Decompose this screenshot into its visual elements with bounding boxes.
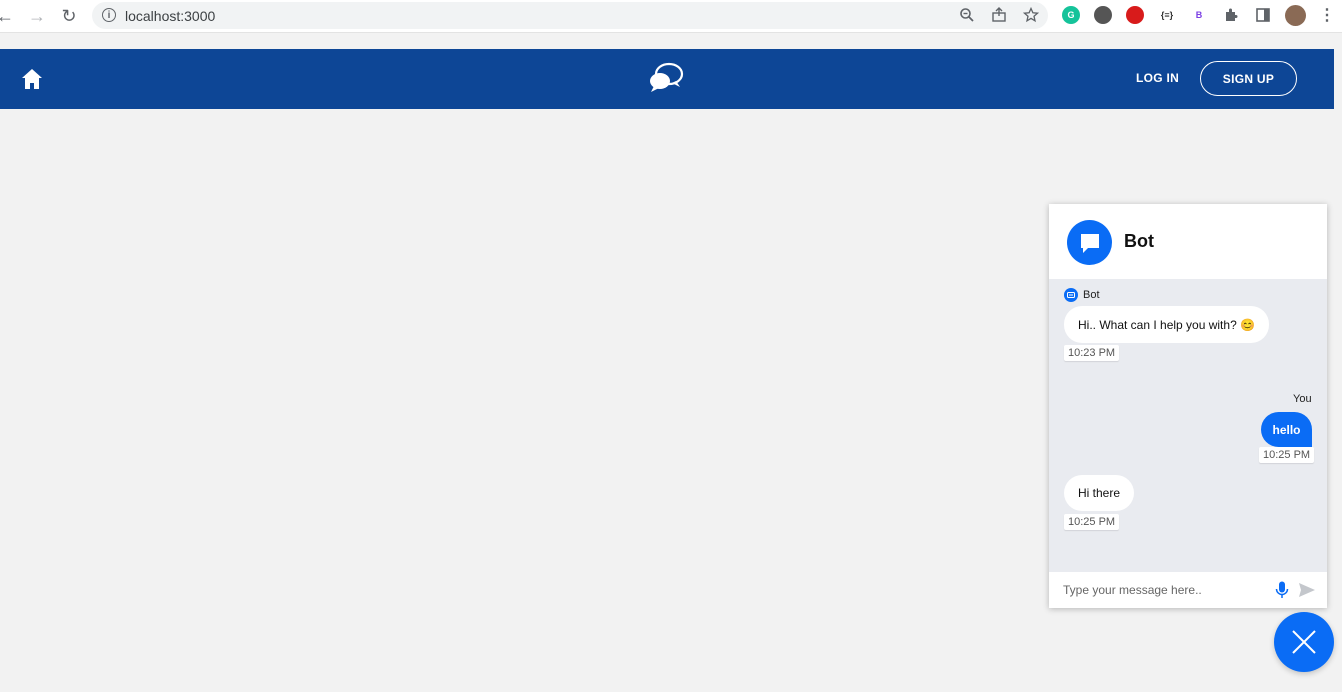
menu-kebab-icon[interactable]: ⋮ [1318, 6, 1336, 24]
chat-widget: Bot Bot Hi.. What can I help you with? 😊… [1049, 204, 1327, 608]
login-link[interactable]: LOG IN [1136, 71, 1179, 85]
site-info-icon[interactable]: i [102, 8, 116, 22]
side-panel-icon[interactable] [1254, 6, 1272, 24]
url-text: localhost:3000 [125, 8, 216, 24]
message-bubble-bot: Hi there [1064, 475, 1135, 511]
browser-toolbar: ← → ↻ i localhost:3000 G {≡} B ⋮ [0, 0, 1342, 33]
chat-logo-icon[interactable] [648, 62, 684, 94]
message-bubble-user: hello [1261, 412, 1312, 447]
send-icon[interactable] [1298, 582, 1316, 598]
bot-avatar [1067, 220, 1112, 265]
message-sender-bot: Bot [1064, 288, 1100, 302]
profile-avatar[interactable] [1285, 5, 1306, 26]
share-icon[interactable] [990, 6, 1008, 24]
home-icon[interactable] [21, 68, 43, 90]
grammarly-extension-icon[interactable]: G [1062, 6, 1080, 24]
close-chat-button[interactable] [1274, 612, 1334, 672]
chat-header: Bot [1049, 204, 1327, 279]
bot-mini-avatar-icon [1064, 288, 1078, 302]
app-navbar: LOG IN SIGN UP [0, 49, 1334, 109]
close-icon [1292, 630, 1316, 654]
message-input[interactable] [1063, 581, 1273, 599]
reload-icon[interactable]: ↻ [58, 5, 80, 27]
forward-icon[interactable]: → [26, 5, 48, 27]
microphone-icon[interactable] [1275, 581, 1289, 599]
chat-bubble-icon [1080, 233, 1099, 253]
zoom-icon[interactable] [958, 6, 976, 24]
address-bar[interactable]: i localhost:3000 [92, 2, 1048, 29]
message-bubble-bot: Hi.. What can I help you with? 😊 [1064, 306, 1270, 343]
bootstrap-extension-icon[interactable]: B [1190, 6, 1208, 24]
message-timestamp: 10:25 PM [1064, 514, 1120, 530]
message-timestamp: 10:25 PM [1259, 447, 1315, 463]
signup-button[interactable]: SIGN UP [1200, 61, 1297, 96]
message-timestamp: 10:23 PM [1064, 345, 1120, 361]
chat-title: Bot [1124, 231, 1154, 251]
sender-name: Bot [1083, 289, 1100, 301]
bookmark-star-icon[interactable] [1022, 6, 1040, 24]
extensions-puzzle-icon[interactable] [1222, 6, 1240, 24]
message-composer [1049, 572, 1327, 608]
adblock-extension-icon[interactable] [1126, 6, 1144, 24]
extension-icon[interactable] [1094, 6, 1112, 24]
back-icon[interactable]: ← [0, 5, 16, 27]
message-sender-you: You [1293, 393, 1312, 405]
json-extension-icon[interactable]: {≡} [1158, 6, 1176, 24]
